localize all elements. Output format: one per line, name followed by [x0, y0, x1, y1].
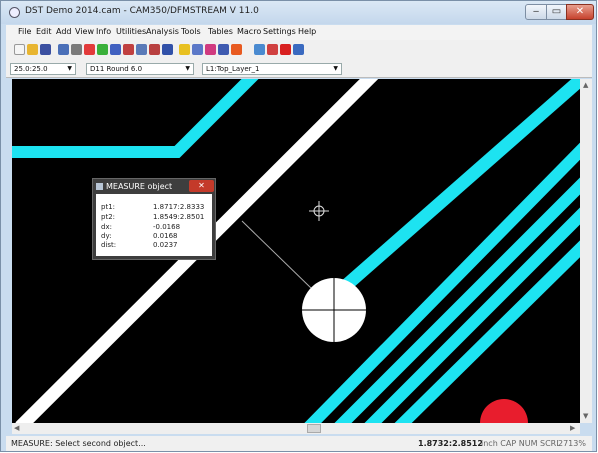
- vertical-scrollbar[interactable]: ▲ ▼: [580, 79, 592, 423]
- grid-select-value: 25.0:25.0: [14, 65, 48, 73]
- grid-select[interactable]: 25.0:25.0 ▼: [10, 63, 76, 75]
- dcode-select-value: D11 Round 6.0: [90, 65, 143, 73]
- measure-row: pt2: 1.8549:2.8501: [96, 213, 212, 222]
- cyan-trace: [12, 79, 259, 158]
- dcode-select[interactable]: D11 Round 6.0 ▼: [86, 63, 194, 75]
- app-icon: [9, 7, 20, 18]
- zoom-out-icon[interactable]: [97, 44, 108, 55]
- scroll-left-icon[interactable]: ◀: [14, 424, 19, 432]
- menu-view[interactable]: View: [75, 27, 94, 36]
- zoom-level: 2713%: [558, 439, 586, 448]
- main-toolbar: [6, 40, 592, 60]
- pan-icon[interactable]: [110, 44, 121, 55]
- copy-icon[interactable]: [254, 44, 265, 55]
- measure-value: 0.0237: [153, 241, 178, 249]
- measure-close-button[interactable]: ✕: [189, 180, 214, 192]
- measure-value: -0.0168: [153, 223, 181, 231]
- measure-label: pt1:: [101, 203, 115, 211]
- measure-row: dx: -0.0168: [96, 223, 212, 232]
- status-units: inch CAP NUM SCRL: [481, 439, 561, 448]
- measure-value: 0.0168: [153, 232, 178, 240]
- chevron-down-icon: ▼: [333, 65, 338, 72]
- minimize-button[interactable]: ‒: [525, 4, 547, 20]
- scroll-down-icon[interactable]: ▼: [583, 412, 588, 420]
- dialog-icon: [96, 183, 103, 190]
- menu-edit[interactable]: Edit: [36, 27, 52, 36]
- red-pad: [480, 399, 528, 423]
- menu-analysis[interactable]: Analysis: [146, 27, 179, 36]
- menu-info[interactable]: Info: [96, 27, 111, 36]
- menu-help[interactable]: Help: [298, 27, 316, 36]
- measure-label: dx:: [101, 223, 112, 231]
- save-icon[interactable]: [40, 44, 51, 55]
- query-icon[interactable]: [293, 44, 304, 55]
- scroll-up-icon[interactable]: ▲: [583, 81, 588, 89]
- window-title: DST Demo 2014.cam - CAM350/DFMSTREAM V 1…: [25, 6, 259, 16]
- measure-row: dist: 0.0237: [96, 241, 212, 250]
- scroll-right-icon[interactable]: ▶: [570, 424, 575, 432]
- chevron-down-icon: ▼: [185, 65, 190, 72]
- layer-select-value: L1:Top_Layer_1: [206, 65, 260, 73]
- measure-label: dy:: [101, 232, 112, 240]
- redraw-icon[interactable]: [136, 44, 147, 55]
- measure-label: pt2:: [101, 213, 115, 221]
- layers-icon[interactable]: [149, 44, 160, 55]
- new-icon[interactable]: [14, 44, 25, 55]
- undo-icon[interactable]: [58, 44, 69, 55]
- snap-icon[interactable]: [179, 44, 190, 55]
- app-window: DST Demo 2014.cam - CAM350/DFMSTREAM V 1…: [0, 0, 597, 452]
- menu-utilities[interactable]: Utilities: [116, 27, 146, 36]
- measure-value: 1.8717:2.8333: [153, 203, 205, 211]
- rotate-icon[interactable]: [280, 44, 291, 55]
- menu-settings[interactable]: Settings: [263, 27, 296, 36]
- color-icon[interactable]: [205, 44, 216, 55]
- menu-add[interactable]: Add: [56, 27, 72, 36]
- status-message: MEASURE: Select second object...: [11, 439, 146, 448]
- maximize-button[interactable]: ▭: [546, 4, 567, 20]
- zoom-in-icon[interactable]: [84, 44, 95, 55]
- measure-dialog-title: MEASURE object: [106, 182, 173, 191]
- title-bar[interactable]: DST Demo 2014.cam - CAM350/DFMSTREAM V 1…: [1, 1, 596, 24]
- horizontal-scroll-thumb[interactable]: [307, 424, 321, 433]
- cyan-trace: [334, 177, 580, 423]
- select-icon[interactable]: [231, 44, 242, 55]
- window-icon[interactable]: [123, 44, 134, 55]
- menu-macro[interactable]: Macro: [237, 27, 261, 36]
- measure-row: pt1: 1.8717:2.8333: [96, 203, 212, 212]
- open-icon[interactable]: [27, 44, 38, 55]
- measure-label: dist:: [101, 241, 117, 249]
- grid-icon[interactable]: [162, 44, 173, 55]
- combo-toolbar: 25.0:25.0 ▼ D11 Round 6.0 ▼ L1:Top_Layer…: [6, 60, 592, 78]
- menu-tables[interactable]: Tables: [208, 27, 233, 36]
- menu-bar: File Edit Add View Info Utilities Analys…: [6, 25, 592, 40]
- menu-tools[interactable]: Tools: [181, 27, 201, 36]
- chevron-down-icon: ▼: [67, 65, 72, 72]
- horizontal-scrollbar[interactable]: ◀ ▶: [12, 423, 580, 434]
- close-button[interactable]: ✕: [566, 4, 594, 20]
- measure-value: 1.8549:2.8501: [153, 213, 205, 221]
- display-icon[interactable]: [192, 44, 203, 55]
- delete-icon[interactable]: [267, 44, 278, 55]
- cyan-trace: [394, 240, 580, 423]
- status-bar: MEASURE: Select second object... 1.8732:…: [6, 436, 592, 451]
- redo-icon[interactable]: [71, 44, 82, 55]
- measure-line: [241, 220, 313, 290]
- menu-file[interactable]: File: [18, 27, 31, 36]
- measure-row: dy: 0.0168: [96, 232, 212, 241]
- measure-results: pt1: 1.8717:2.8333 pt2: 1.8549:2.8501 dx…: [96, 194, 212, 256]
- cursor-coordinates: 1.8732:2.8512: [418, 439, 483, 448]
- measure-icon[interactable]: [218, 44, 229, 55]
- layer-select[interactable]: L1:Top_Layer_1 ▼: [202, 63, 342, 75]
- measure-dialog[interactable]: MEASURE object ✕ pt1: 1.8717:2.8333 pt2:…: [92, 178, 216, 260]
